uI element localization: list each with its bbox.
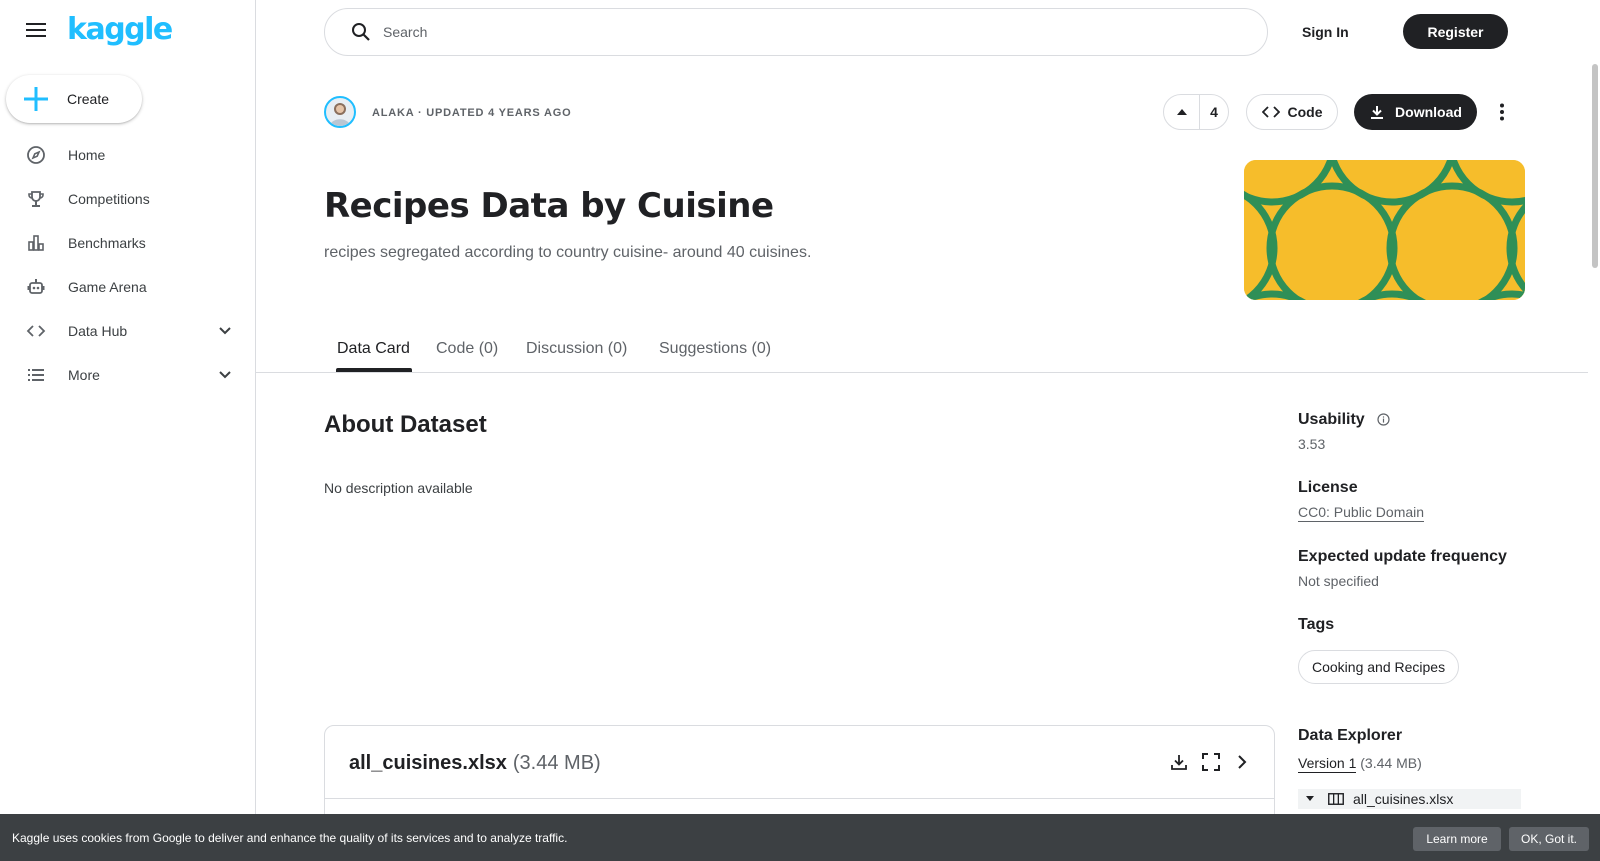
file-size: (3.44 MB) — [512, 752, 601, 774]
cookie-banner: Kaggle uses cookies from Google to deliv… — [0, 814, 1600, 861]
bar-chart-icon — [25, 232, 47, 254]
upvote-control[interactable]: 4 — [1163, 94, 1229, 130]
dataset-cover-image — [1244, 160, 1525, 300]
plus-icon — [22, 85, 50, 113]
chevron-down-icon[interactable] — [215, 365, 235, 385]
page-subtitle: recipes segregated according to country … — [324, 244, 812, 261]
tab-suggestions[interactable]: Suggestions (0) — [659, 340, 771, 358]
ok-got-it-button[interactable]: OK, Got it. — [1509, 827, 1589, 851]
code-brackets-icon — [25, 320, 47, 342]
usability-value: 3.53 — [1298, 436, 1326, 452]
search-bar[interactable] — [324, 8, 1268, 56]
version-link[interactable]: Version 1 — [1298, 755, 1357, 773]
explorer-file-name: all_cuisines.xlsx — [1353, 791, 1454, 807]
sidebar-item-label: Game Arena — [68, 279, 147, 295]
explorer-file-row[interactable]: all_cuisines.xlsx — [1298, 789, 1521, 809]
about-heading: About Dataset — [324, 411, 487, 438]
chevron-right-icon[interactable] — [1231, 751, 1253, 773]
download-button[interactable]: Download — [1354, 94, 1477, 130]
register-button[interactable]: Register — [1403, 14, 1508, 49]
search-icon — [349, 20, 373, 44]
download-icon[interactable] — [1168, 751, 1190, 773]
sidebar-top — [24, 18, 48, 42]
upvote-count: 4 — [1210, 104, 1218, 120]
version-info: Version 1 (3.44 MB) — [1298, 755, 1422, 773]
avatar[interactable] — [324, 96, 356, 128]
sidebar-item-benchmarks[interactable]: Benchmarks — [0, 221, 255, 265]
info-icon[interactable] — [1376, 412, 1390, 426]
more-vert-icon[interactable] — [1488, 98, 1516, 126]
code-button-label: Code — [1287, 104, 1323, 120]
file-name: all_cuisines.xlsx — [349, 752, 507, 774]
frequency-label: Expected update frequency — [1298, 548, 1507, 565]
file-title: all_cuisines.xlsx (3.44 MB) — [349, 752, 601, 775]
upvote-arrow-icon[interactable] — [1164, 95, 1200, 129]
code-button[interactable]: Code — [1246, 94, 1338, 130]
sidebar-item-game-arena[interactable]: Game Arena — [0, 265, 255, 309]
sign-in-button[interactable]: Sign In — [1302, 14, 1349, 50]
dataset-meta: ALAKA · UPDATED 4 YEARS AGO — [372, 107, 572, 119]
scrollbar-thumb[interactable] — [1592, 64, 1598, 268]
compass-icon — [25, 144, 47, 166]
sidebar-item-label: More — [68, 367, 100, 383]
cookie-text: Kaggle uses cookies from Google to deliv… — [12, 830, 568, 845]
learn-more-button[interactable]: Learn more — [1413, 827, 1501, 851]
license-value: CC0: Public Domain — [1298, 504, 1425, 522]
file-card-header: all_cuisines.xlsx (3.44 MB) — [325, 726, 1274, 799]
tab-code[interactable]: Code (0) — [436, 340, 498, 358]
create-button[interactable]: Create — [6, 75, 142, 123]
usability-label: Usability — [1298, 411, 1365, 428]
sidebar-item-label: Benchmarks — [68, 235, 146, 251]
sidebar-nav: Home Competitions Benchmarks Game Arena … — [0, 133, 255, 397]
about-description: No description available — [324, 480, 473, 496]
frequency-value: Not specified — [1298, 573, 1379, 589]
list-icon — [25, 364, 47, 386]
code-brackets-icon — [1261, 103, 1280, 121]
tag-chip[interactable]: Cooking and Recipes — [1298, 650, 1460, 684]
fullscreen-icon[interactable] — [1200, 751, 1222, 773]
download-icon — [1369, 104, 1385, 120]
sidebar-item-label: Data Hub — [68, 323, 128, 339]
menu-icon[interactable] — [24, 18, 48, 42]
sidebar-item-competitions[interactable]: Competitions — [0, 177, 255, 221]
tab-data-card[interactable]: Data Card — [337, 340, 410, 358]
page-title: Recipes Data by Cuisine — [324, 186, 774, 226]
download-button-label: Download — [1395, 104, 1462, 120]
active-tab-indicator — [336, 368, 412, 372]
table-icon — [1327, 792, 1345, 806]
tags-label: Tags — [1298, 616, 1335, 633]
caret-down-icon[interactable] — [1304, 793, 1316, 805]
sidebar: kaggle Create Home Competitions Benchmar… — [0, 0, 256, 861]
chevron-down-icon[interactable] — [215, 321, 235, 341]
data-explorer-label: Data Explorer — [1298, 727, 1403, 744]
trophy-icon — [25, 188, 47, 210]
kaggle-logo[interactable]: kaggle — [67, 12, 173, 47]
sidebar-item-label: Home — [68, 147, 106, 163]
license-label: License — [1298, 479, 1358, 496]
version-size: (3.44 MB) — [1360, 755, 1422, 771]
license-link[interactable]: CC0: Public Domain — [1298, 504, 1425, 522]
tab-discussion[interactable]: Discussion (0) — [526, 340, 627, 358]
search-input[interactable] — [383, 24, 1183, 40]
robot-icon — [25, 276, 47, 298]
sidebar-item-data-hub[interactable]: Data Hub — [0, 309, 255, 353]
sidebar-item-home[interactable]: Home — [0, 133, 255, 177]
tab-bar: Data Card Code (0) Discussion (0) Sugges… — [256, 324, 1588, 373]
create-label: Create — [67, 91, 110, 107]
sidebar-item-label: Competitions — [68, 191, 150, 207]
sidebar-item-more[interactable]: More — [0, 353, 255, 397]
